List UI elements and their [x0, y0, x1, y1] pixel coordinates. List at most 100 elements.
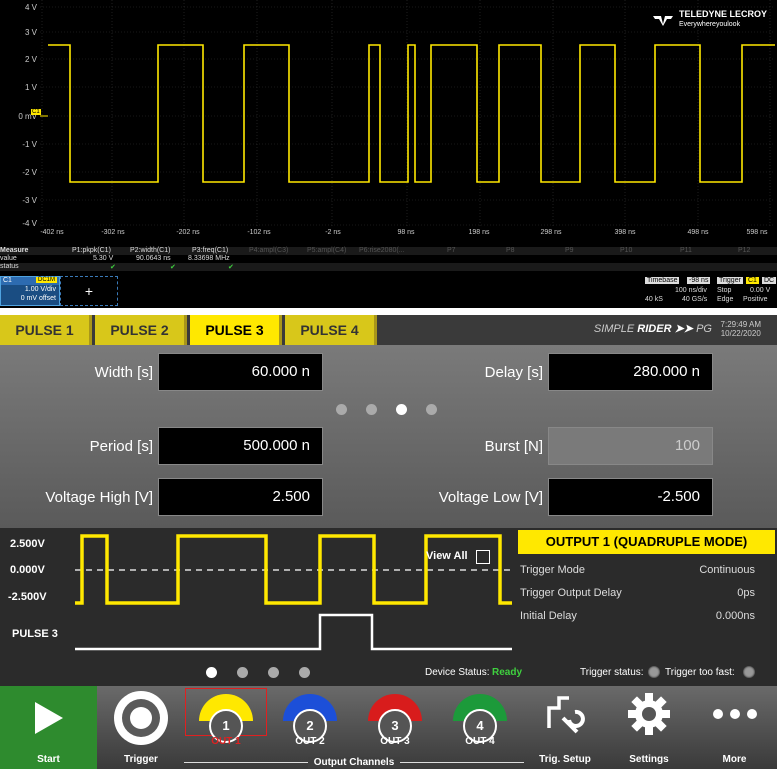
- output-row: Trigger Mode Continuous: [520, 564, 755, 576]
- p7-name[interactable]: P7: [447, 247, 456, 254]
- x-tick: 98 ns: [397, 229, 415, 236]
- p3-value: 8.33698 MHz: [188, 255, 230, 262]
- c1-coupling: DC1M: [35, 277, 57, 283]
- y-tick: 3 V: [24, 28, 37, 37]
- brand-pg: PG: [696, 323, 712, 335]
- p12-name[interactable]: P12: [738, 247, 750, 254]
- x-tick: 598 ns: [746, 229, 768, 236]
- value-label: value: [0, 255, 17, 262]
- start-label: Start: [37, 754, 60, 765]
- p4-name[interactable]: P4:ampl(C3): [249, 247, 288, 254]
- preview-waveform: [75, 534, 512, 651]
- status-label: status: [0, 263, 19, 270]
- c1-name: C1: [3, 277, 12, 284]
- initial-delay-label: Initial Delay: [520, 610, 577, 622]
- width-label: Width [s]: [94, 364, 153, 381]
- p3-name[interactable]: P3:freq(C1): [192, 247, 228, 254]
- trigger-output-delay-label: Trigger Output Delay: [520, 587, 622, 599]
- brand-rider: RIDER: [637, 323, 672, 335]
- start-button[interactable]: Start: [0, 686, 97, 769]
- page-dot[interactable]: [336, 404, 347, 415]
- timebase-trigger-box[interactable]: Timebase -98 ns Trigger C1 DC 100 ns/div…: [645, 277, 777, 305]
- channel-marker: C1: [31, 109, 41, 115]
- page-dot-active[interactable]: [206, 667, 217, 678]
- page-dot[interactable]: [366, 404, 377, 415]
- trigger-mode-value: Continuous: [699, 564, 755, 576]
- settings-button[interactable]: Settings: [608, 686, 690, 769]
- y-tick: -4 V: [22, 219, 37, 228]
- y-tick: 2 V: [24, 55, 37, 64]
- x-tick: -2 ns: [325, 229, 341, 236]
- add-channel-button[interactable]: +: [60, 276, 118, 306]
- brand-arrows-icon: ➤➤: [674, 323, 694, 335]
- timebase-samples: 40 kS: [645, 296, 663, 303]
- tab-pulse-2[interactable]: PULSE 2: [95, 315, 187, 345]
- oscilloscope-panel: 4 V 3 V 2 V 1 V 0 mV -1 V -2 V -3 V -4 V…: [0, 0, 777, 308]
- trigger-button[interactable]: Trigger: [97, 686, 185, 769]
- trigger-circle-icon: [114, 691, 168, 745]
- out3-label: OUT 3: [380, 736, 410, 747]
- more-button[interactable]: More: [692, 686, 777, 769]
- out2-label: OUT 2: [295, 736, 325, 747]
- voltage-low-field[interactable]: -2.500: [548, 478, 713, 516]
- x-tick: -102 ns: [247, 229, 271, 236]
- check-icon: ✔: [110, 264, 116, 271]
- more-dots-icon: [713, 709, 757, 719]
- trig-setup-button[interactable]: Trig. Setup: [524, 686, 606, 769]
- view-all-checkbox[interactable]: [476, 550, 490, 564]
- teledyne-logo: TELEDYNE LECROY Everywhereyoulook: [653, 10, 767, 29]
- y-tick: -3 V: [22, 196, 37, 205]
- status-bar: Device Status: Ready Trigger status: Tri…: [0, 660, 777, 686]
- trigger-too-fast-led: [743, 666, 755, 678]
- tab-pulse-4[interactable]: PULSE 4: [285, 315, 377, 345]
- output-row: Initial Delay 0.000ns: [520, 610, 755, 622]
- page-dot[interactable]: [237, 667, 248, 678]
- logo-title: TELEDYNE LECROY: [678, 9, 767, 19]
- tab-pulse-1[interactable]: PULSE 1: [0, 315, 92, 345]
- teledyne-mark-icon: [653, 15, 674, 26]
- p8-name[interactable]: P8: [506, 247, 515, 254]
- trigger-coupling: DC: [762, 277, 777, 284]
- trigger-type: Edge: [717, 296, 734, 303]
- x-tick: 198 ns: [468, 229, 490, 236]
- gear-icon: [628, 693, 670, 735]
- voltage-high-field[interactable]: 2.500: [158, 478, 323, 516]
- trigger-channel: C1: [746, 277, 759, 284]
- page-dot[interactable]: [268, 667, 279, 678]
- period-label: Period [s]: [89, 438, 153, 455]
- period-field[interactable]: 500.000 n: [158, 427, 323, 465]
- trigger-mode: Stop: [717, 287, 732, 294]
- clock-time: 7:29:49 AM: [720, 320, 761, 329]
- view-all-label: View All: [426, 550, 468, 562]
- y-tick: 1 V: [24, 83, 37, 92]
- p5-name[interactable]: P5:ampl(C4): [307, 247, 346, 254]
- logo-tagline: Everywhereyoulook: [678, 21, 741, 28]
- page-dot[interactable]: [299, 667, 310, 678]
- trigger-status-led: [648, 666, 660, 678]
- pulse-settings-panel: Width [s] 60.000 n Delay [s] 280.000 n P…: [0, 345, 777, 528]
- p10-name[interactable]: P10: [620, 247, 632, 254]
- page-dot[interactable]: [426, 404, 437, 415]
- p6-name[interactable]: P6:rise2080(...: [359, 247, 405, 254]
- timebase-srate: 40 GS/s: [682, 296, 708, 303]
- timebase-value: -98 ns: [687, 277, 711, 284]
- p9-name[interactable]: P9: [565, 247, 574, 254]
- x-tick: -402 ns: [40, 229, 64, 236]
- trigger-status-label: Trigger status:: [580, 667, 644, 678]
- trig-setup-icon: [547, 696, 585, 734]
- delay-field[interactable]: 280.000 n: [548, 353, 713, 391]
- p2-name[interactable]: P2:width(C1): [130, 247, 170, 254]
- tab-pulse-3[interactable]: PULSE 3: [190, 315, 282, 345]
- device-status-value: Ready: [492, 667, 523, 678]
- y-tick: -2 V: [22, 168, 37, 177]
- trigger-mode-label: Trigger Mode: [520, 564, 586, 576]
- c1-offset: 0 mV offset: [20, 295, 56, 302]
- p11-name[interactable]: P11: [680, 247, 692, 254]
- clock: 7:29:49 AM 10/22/2020: [721, 320, 761, 338]
- play-icon: [35, 702, 63, 734]
- p1-name[interactable]: P1:pkpk(C1): [72, 247, 111, 254]
- c1-channel-box[interactable]: C1 DC1M 1.00 V/div 0 mV offset: [0, 276, 60, 306]
- page-dot-active[interactable]: [396, 404, 407, 415]
- burst-field[interactable]: 100: [548, 427, 713, 465]
- width-field[interactable]: 60.000 n: [158, 353, 323, 391]
